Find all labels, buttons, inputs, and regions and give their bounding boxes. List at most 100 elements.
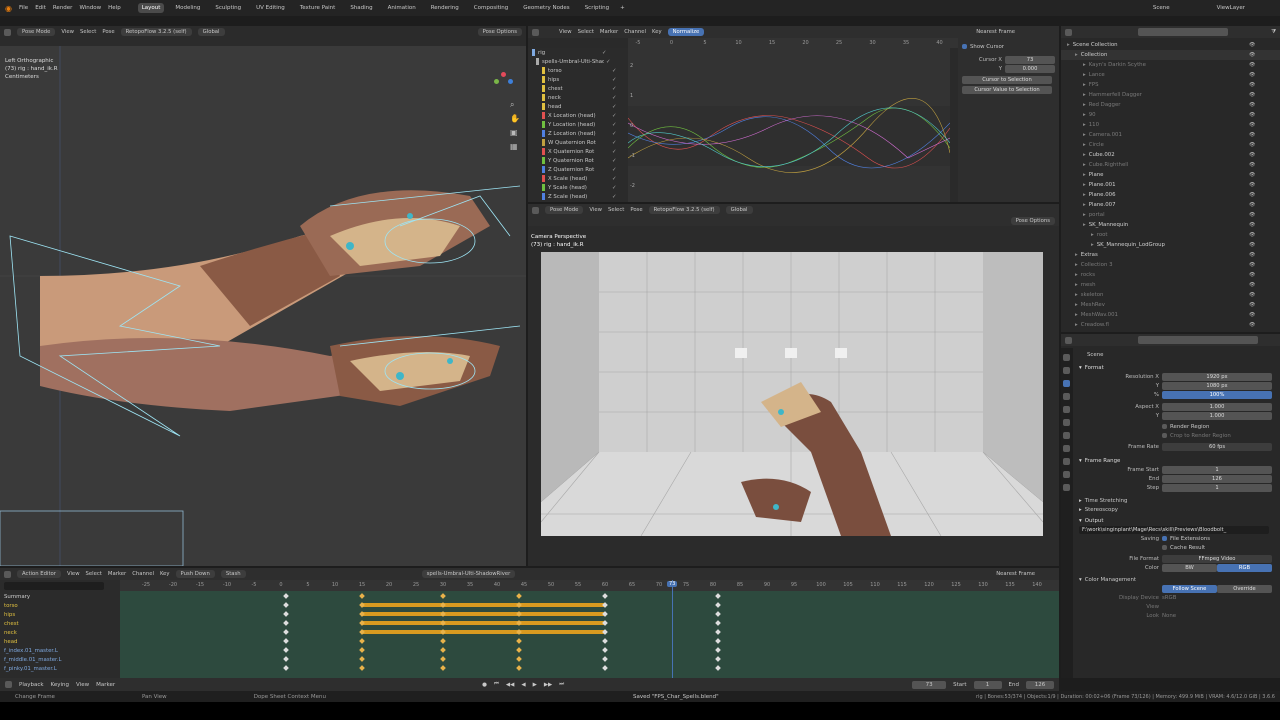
keyframe[interactable] <box>515 655 522 662</box>
keyframe[interactable] <box>602 610 608 617</box>
outliner-item[interactable]: ▸ 90 👁 <box>1061 110 1280 120</box>
current-frame-field[interactable]: 73 <box>912 680 947 689</box>
outliner-item[interactable]: ▸ Creadow.fl 👁 <box>1061 320 1280 330</box>
graph-menu-marker[interactable]: Marker <box>600 29 618 35</box>
properties-type-icon[interactable] <box>1065 336 1072 344</box>
visibility-eye-icon[interactable]: 👁 <box>1249 232 1255 238</box>
keyframe[interactable] <box>715 664 722 671</box>
visibility-eye-icon[interactable]: 👁 <box>1249 72 1255 78</box>
view-layer-tab-icon[interactable] <box>1063 393 1070 400</box>
keyframe[interactable] <box>515 637 522 644</box>
visibility-eye-icon[interactable]: 👁 <box>1249 162 1255 168</box>
timeline-view-menu[interactable]: View <box>76 682 89 688</box>
stereoscopy-panel[interactable]: ▸ Stereoscopy <box>1079 505 1276 514</box>
keyframe[interactable] <box>283 619 290 626</box>
channel-eye-icon[interactable]: ✓ <box>612 122 617 128</box>
camera-editor-type-icon[interactable] <box>532 206 539 214</box>
outliner-item[interactable]: ▸ Red Dagger 👁 <box>1061 100 1280 110</box>
camera-menu-select[interactable]: Select <box>608 207 624 213</box>
jump-end-icon[interactable]: ⏭ <box>559 681 564 688</box>
outliner[interactable]: ⧩ ▸ Scene Collection 👁 ▸ Collection 👁 ▸ Kayn's … <box>1061 26 1280 332</box>
camera-pose-options[interactable]: Pose Options <box>1010 217 1055 225</box>
cache-result-checkbox[interactable] <box>1162 545 1167 550</box>
channel-eye-icon[interactable]: ✓ <box>612 131 617 137</box>
visibility-eye-icon[interactable]: 👁 <box>1249 82 1255 88</box>
channel-eye-icon[interactable]: ✓ <box>612 140 617 146</box>
pan-hand-icon[interactable]: ✋ <box>510 114 520 123</box>
tab-rendering[interactable]: Rendering <box>427 3 463 13</box>
graph-channel-row[interactable]: X Quaternion Rot ✓ <box>528 147 628 156</box>
camera-orientation-dropdown[interactable]: Global <box>725 206 753 214</box>
menu-window[interactable]: Window <box>79 5 101 11</box>
keyframe[interactable] <box>515 664 522 671</box>
tab-animation[interactable]: Animation <box>384 3 420 13</box>
outliner-item[interactable]: ▸ SK_Mannequin_LodGroup 👁 <box>1061 240 1280 250</box>
visibility-eye-icon[interactable]: 👁 <box>1249 302 1255 308</box>
outliner-item[interactable]: ▸ rocks 👁 <box>1061 270 1280 280</box>
view-layer-selector[interactable]: ViewLayer <box>1217 5 1245 11</box>
color-management-panel[interactable]: ▾ Color Management <box>1079 575 1276 584</box>
end-frame-field[interactable]: 126 <box>1026 680 1054 689</box>
outliner-item[interactable]: ▸ Scene Collection 👁 <box>1061 40 1280 50</box>
keyframe[interactable] <box>440 592 446 599</box>
tab-uv-editing[interactable]: UV Editing <box>252 3 289 13</box>
graph-editor[interactable]: View Select Marker Channel Key Normalize… <box>528 26 1059 202</box>
graph-channel-row[interactable]: neck ✓ <box>528 93 628 102</box>
channel-eye-icon[interactable]: ✓ <box>612 185 617 191</box>
keyframe[interactable] <box>440 637 446 644</box>
tab-texture-paint[interactable]: Texture Paint <box>296 3 340 13</box>
channel-eye-icon[interactable]: ✓ <box>612 77 617 83</box>
keyframe[interactable] <box>283 628 290 635</box>
graph-menu-channel[interactable]: Channel <box>624 29 646 35</box>
graph-channel-row[interactable]: chest ✓ <box>528 84 628 93</box>
keyframe[interactable] <box>715 628 722 635</box>
visibility-eye-icon[interactable]: 👁 <box>1249 112 1255 118</box>
zoom-icon[interactable]: ⌕ <box>510 100 514 110</box>
outliner-item[interactable]: ▸ portal 👁 <box>1061 210 1280 220</box>
aspect-x-field[interactable]: 1.000 <box>1162 402 1272 411</box>
outliner-item[interactable]: ▸ root 👁 <box>1061 230 1280 240</box>
channel-eye-icon[interactable]: ✓ <box>612 95 617 101</box>
keyframe[interactable] <box>602 637 608 644</box>
keyframe[interactable] <box>283 601 290 608</box>
keyframe[interactable] <box>283 610 290 617</box>
keying-menu[interactable]: Keying <box>51 682 69 688</box>
keyframe[interactable] <box>715 637 722 644</box>
outliner-item[interactable]: ▸ Circle 👁 <box>1061 140 1280 150</box>
file-format-dropdown[interactable]: FFmpeg Video <box>1162 554 1272 563</box>
frame-range-panel-header[interactable]: ▾ Frame Range <box>1079 456 1276 465</box>
play-reverse-icon[interactable]: ◀ <box>521 682 525 688</box>
visibility-eye-icon[interactable]: 👁 <box>1249 132 1255 138</box>
color-bw-button[interactable]: BW <box>1162 563 1217 572</box>
graph-channel-row[interactable]: W Quaternion Rot ✓ <box>528 138 628 147</box>
keyframe[interactable] <box>602 619 608 626</box>
keyframe[interactable] <box>283 637 290 644</box>
visibility-eye-icon[interactable]: 👁 <box>1249 192 1255 198</box>
left-viewport[interactable]: Pose Mode View Select Pose RetopoFlow 3.… <box>0 26 526 566</box>
frame-step-field[interactable]: 1 <box>1162 483 1272 492</box>
navigation-gizmo[interactable] <box>492 70 516 94</box>
graph-menu-select[interactable]: Select <box>578 29 594 35</box>
play-icon[interactable]: ▶ <box>533 682 537 688</box>
keyframe[interactable] <box>602 664 608 671</box>
outliner-search-input[interactable] <box>1138 28 1228 36</box>
action-selector[interactable]: spells-Umbral-Ulti-ShadowRiver <box>421 570 516 578</box>
channel-eye-icon[interactable]: ✓ <box>612 167 617 173</box>
dope-menu-marker[interactable]: Marker <box>108 571 126 577</box>
keyframe[interactable] <box>715 619 722 626</box>
keyframe[interactable] <box>515 646 522 653</box>
tab-layout[interactable]: Layout <box>137 3 165 13</box>
graph-channel-row[interactable]: hips ✓ <box>528 75 628 84</box>
dope-sheet[interactable]: Action Editor View Select Marker Channel… <box>0 568 1059 678</box>
tab-scripting[interactable]: Scripting <box>581 3 613 13</box>
color-rgb-button[interactable]: RGB <box>1217 563 1272 572</box>
dope-channel-row[interactable]: f_pinky.01_master.L <box>0 664 120 673</box>
keyframe[interactable] <box>283 646 290 653</box>
outliner-item[interactable]: ▸ MeshWav.001 👁 <box>1061 310 1280 320</box>
record-icon[interactable]: ● <box>482 682 487 688</box>
render-region-row[interactable]: Render Region <box>1079 422 1276 431</box>
tab-geometry-nodes[interactable]: Geometry Nodes <box>519 3 573 13</box>
keyframe[interactable] <box>715 655 722 662</box>
menu-render[interactable]: Render <box>53 5 73 11</box>
dope-menu-select[interactable]: Select <box>86 571 102 577</box>
